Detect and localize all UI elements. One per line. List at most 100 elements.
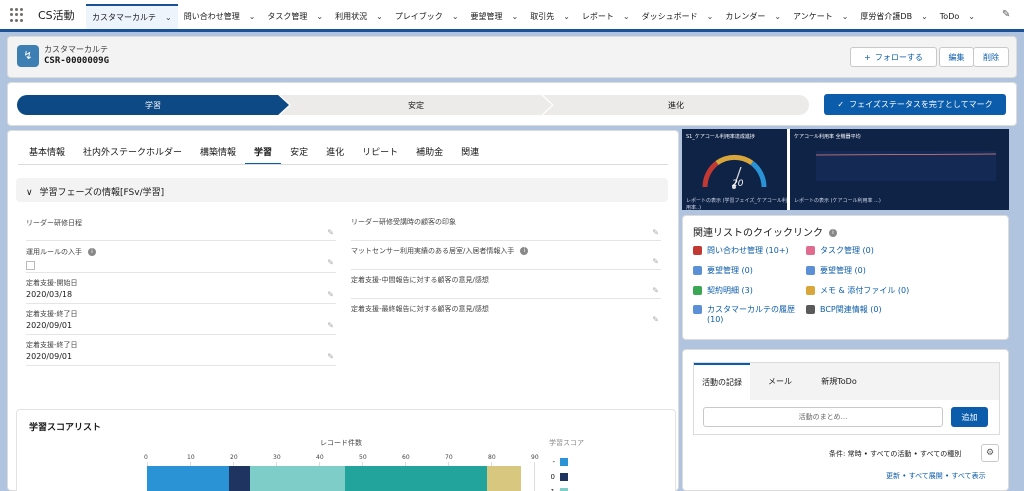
quick-link[interactable]: 要望管理 (0) xyxy=(806,265,996,276)
path-stage-2[interactable]: 安定 xyxy=(280,95,552,115)
chevron-down-icon[interactable]: ⌄ xyxy=(774,12,781,21)
chevron-down-icon[interactable]: ⌄ xyxy=(512,12,519,21)
detail-tab[interactable]: 安定 xyxy=(281,139,317,165)
detail-tab[interactable]: 構築情報 xyxy=(191,139,245,165)
bar-segment[interactable] xyxy=(147,466,229,491)
bar-segment[interactable] xyxy=(250,466,345,491)
tab-activity-log[interactable]: 活動の記録 xyxy=(694,363,750,400)
section-title: 学習フェーズの情報[FSv/学習] xyxy=(39,188,165,198)
nav-tab-label: カスタマーカルテ xyxy=(92,13,156,22)
detail-tab[interactable]: 補助金 xyxy=(407,139,452,165)
nav-tab[interactable]: 問い合わせ管理 ⌄ xyxy=(178,4,262,29)
nav-tab-label: 要望管理 xyxy=(470,12,503,21)
chevron-down-icon[interactable]: ⌄ xyxy=(563,12,570,21)
tab-email[interactable]: メール xyxy=(752,363,808,400)
nav-tab[interactable]: 取引先 ⌄ xyxy=(524,4,576,29)
x-tick-label: 90 xyxy=(531,454,539,461)
pencil-icon[interactable]: ✎ xyxy=(652,228,659,237)
activity-card: 活動の記録 メール 新規ToDo 活動のまとめ... 追加 条件: 常時 • す… xyxy=(682,349,1009,491)
chevron-down-icon[interactable]: ⌄ xyxy=(376,12,383,21)
edit-nav-icon[interactable]: ✎ xyxy=(1002,9,1016,23)
pencil-icon[interactable]: ✎ xyxy=(327,290,334,299)
quick-link[interactable]: 契約明細 (3) xyxy=(693,285,798,296)
pencil-icon[interactable]: ✎ xyxy=(652,315,659,324)
section-header[interactable]: ∨ 学習フェーズの情報[FSv/学習] xyxy=(16,178,668,202)
info-icon[interactable]: i xyxy=(520,247,529,255)
nav-tab[interactable]: 利用状況 ⌄ xyxy=(329,4,389,29)
list-icon xyxy=(806,305,815,314)
field-leader-training: リーダー研修日程 ✎ xyxy=(26,213,336,241)
list-icon xyxy=(693,266,702,275)
pencil-icon[interactable]: ✎ xyxy=(652,286,659,295)
path-stage-1[interactable]: 学習 xyxy=(17,95,289,115)
delete-button[interactable]: 削除 xyxy=(973,47,1009,67)
info-icon[interactable]: i xyxy=(829,229,837,237)
edit-button[interactable]: 編集 xyxy=(939,47,974,67)
bar-segment[interactable] xyxy=(228,466,251,491)
nav-tab[interactable]: アンケート ⌄ xyxy=(787,4,854,29)
quick-link[interactable]: BCP関連情報 (0) xyxy=(806,304,996,315)
follow-button[interactable]: + フォローする xyxy=(850,47,937,67)
legend-item: - xyxy=(541,454,568,469)
nav-tab[interactable]: レポート ⌄ xyxy=(576,4,636,29)
score-list-card: 学習スコアリスト レコード件数 0 10 20 30 40 50 60 70 80 90 学習スコ… xyxy=(16,409,676,491)
nav-tab[interactable]: カスタマーカルテ ⌄ xyxy=(86,4,178,29)
nav-tab-label: 利用状況 xyxy=(335,12,368,21)
nav-tab-label: ダッシュボード xyxy=(641,12,698,21)
gauge-panel[interactable]: S1_ケアコール利用率達成進捗 20 レポートの表示 (学習フェイズ_ケアコール… xyxy=(682,129,787,211)
pencil-icon[interactable]: ✎ xyxy=(327,258,334,267)
quick-link[interactable]: カスタマーカルテの履歴 (10) xyxy=(693,304,798,324)
nav-tabs: カスタマーカルテ ⌄ 問い合わせ管理 ⌄ タスク管理 ⌄ 利用状況 ⌄ プレイブック ⌄ 要望管理 ⌄… xyxy=(86,4,981,29)
mark-complete-button[interactable]: ✓ フェイズステータスを完了としてマーク xyxy=(824,94,1006,115)
pencil-icon[interactable]: ✎ xyxy=(327,352,334,361)
nav-tab-label: 厚労省介護DB xyxy=(860,12,913,21)
gear-icon[interactable]: ⚙ xyxy=(981,444,999,462)
quick-link[interactable]: 要望管理 (0) xyxy=(693,265,798,276)
chevron-down-icon[interactable]: ⌄ xyxy=(623,12,630,21)
pencil-icon[interactable]: ✎ xyxy=(652,257,659,266)
legend: - 0 1 xyxy=(541,454,568,491)
nav-tab[interactable]: プレイブック ⌄ xyxy=(389,4,465,29)
chevron-down-icon[interactable]: ⌄ xyxy=(968,12,975,21)
rules-checkbox xyxy=(26,261,35,270)
chevron-down-icon[interactable]: ⌄ xyxy=(249,12,256,21)
chevron-down-icon[interactable]: ⌄ xyxy=(165,13,172,22)
nav-tab-label: ToDo xyxy=(939,12,960,21)
detail-tab[interactable]: リピート xyxy=(353,139,407,165)
nav-tab[interactable]: 厚労省介護DB ⌄ xyxy=(854,4,933,29)
detail-tab[interactable]: 進化 xyxy=(317,139,353,165)
nav-tab[interactable]: カレンダー ⌄ xyxy=(719,4,787,29)
pencil-icon[interactable]: ✎ xyxy=(327,228,334,237)
detail-tab[interactable]: 学習 xyxy=(245,139,282,165)
quick-link[interactable]: タスク管理 (0) xyxy=(806,245,996,256)
activity-summary-input[interactable]: 活動のまとめ... xyxy=(703,407,943,427)
tab-new-todo[interactable]: 新規ToDo xyxy=(808,363,870,400)
nav-tab[interactable]: ToDo ⌄ xyxy=(934,4,981,29)
chevron-down-icon[interactable]: ⌄ xyxy=(452,12,459,21)
bar-segment[interactable] xyxy=(344,466,487,491)
detail-tab[interactable]: 基本情報 xyxy=(20,139,74,165)
nav-tab-label: タスク管理 xyxy=(267,12,308,21)
chevron-down-icon[interactable]: ⌄ xyxy=(707,12,714,21)
pencil-icon[interactable]: ✎ xyxy=(327,321,334,330)
activity-links[interactable]: 更新 • すべて展開 • すべて表示 xyxy=(886,471,986,481)
quick-links-card: 関連リストのクイックリンク i 問い合わせ管理 (10+) タスク管理 (0) 要望管… xyxy=(682,215,1009,340)
nav-tab[interactable]: タスク管理 ⌄ xyxy=(261,4,329,29)
chevron-down-icon[interactable]: ⌄ xyxy=(316,12,323,21)
path-stage-3[interactable]: 進化 xyxy=(543,95,809,115)
app-launcher-icon[interactable] xyxy=(10,8,24,22)
detail-tab[interactable]: 関連 xyxy=(452,139,488,165)
nav-tab[interactable]: 要望管理 ⌄ xyxy=(465,4,525,29)
info-icon[interactable]: i xyxy=(88,248,96,256)
add-button[interactable]: 追加 xyxy=(951,407,988,427)
quick-link[interactable]: メモ & 添付ファイル (0) xyxy=(806,285,996,296)
line-chart-panel[interactable]: ケアコール利用率 全機器平均 レポートの表示 (ケアコール利用率 ...) xyxy=(790,129,1009,210)
nav-tab-label: プレイブック xyxy=(394,12,443,21)
chevron-down-icon[interactable]: ⌄ xyxy=(921,12,928,21)
nav-tab[interactable]: ダッシュボード ⌄ xyxy=(636,4,720,29)
quick-link[interactable]: 問い合わせ管理 (10+) xyxy=(693,245,798,256)
bar-segment[interactable] xyxy=(486,466,522,491)
chevron-down-icon[interactable]: ⌄ xyxy=(842,12,849,21)
detail-tabs: 基本情報 社内外ステークホルダー 構築情報 学習 安定 進化 リピート 補助金 関連 xyxy=(20,139,488,165)
detail-tab[interactable]: 社内外ステークホルダー xyxy=(74,139,191,165)
